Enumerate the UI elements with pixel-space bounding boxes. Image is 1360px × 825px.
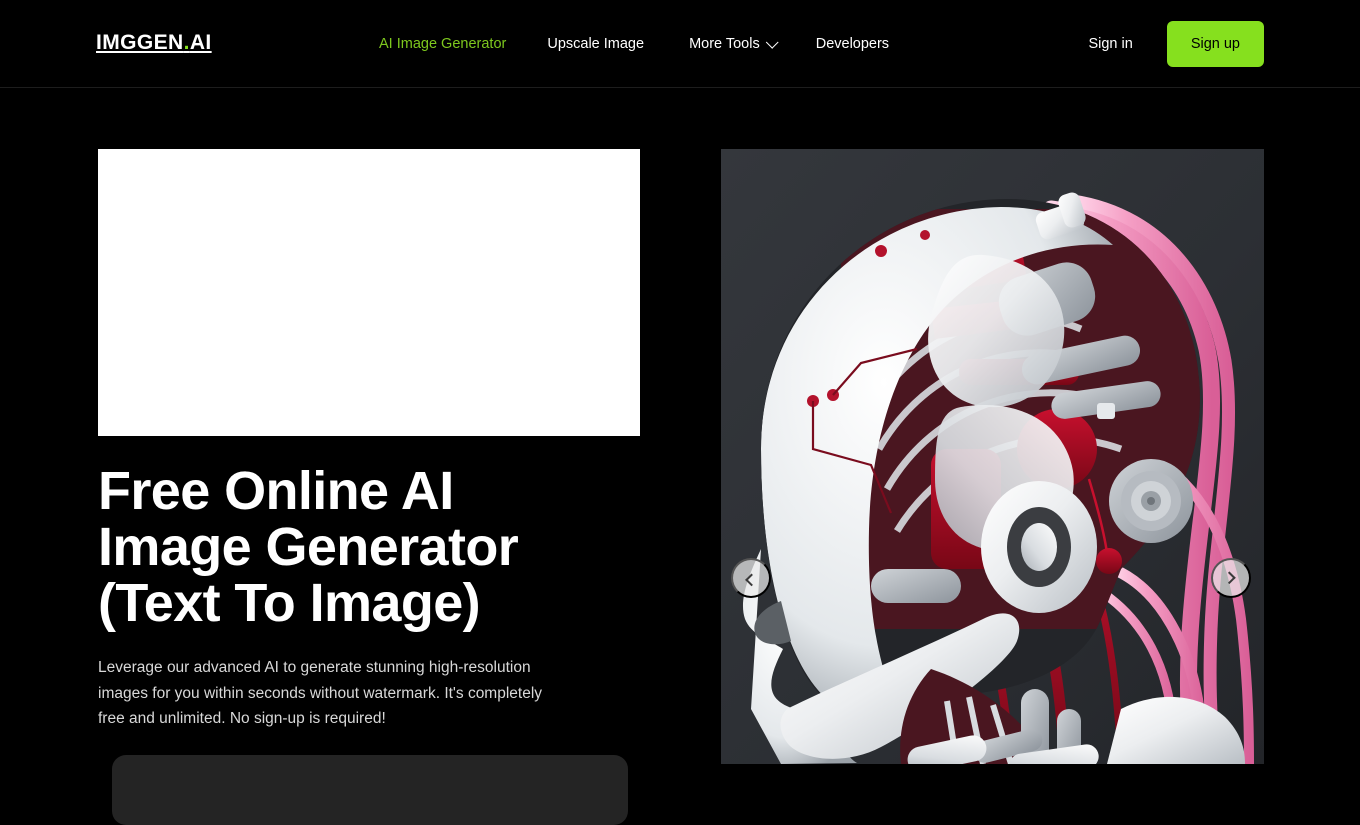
hero-left-column: Free Online AI Image Generator (Text To … bbox=[98, 149, 658, 825]
generated-cyborg-head-image bbox=[721, 149, 1264, 764]
logo-suffix: AI bbox=[189, 31, 212, 54]
chevron-down-icon bbox=[765, 35, 779, 49]
page-title: Free Online AI Image Generator (Text To … bbox=[98, 461, 519, 634]
nav-label-ai-image-generator: AI Image Generator bbox=[379, 35, 507, 52]
sign-in-link[interactable]: Sign in bbox=[1088, 36, 1132, 52]
hero-image-carousel bbox=[721, 149, 1264, 764]
chevron-right-icon bbox=[1222, 570, 1236, 584]
hero-subtitle: Leverage our advanced AI to generate stu… bbox=[98, 659, 543, 727]
nav-label-developers: Developers bbox=[815, 35, 890, 52]
sign-up-button[interactable]: Sign up bbox=[1166, 21, 1264, 67]
site-logo[interactable]: IMGGEN.AI bbox=[96, 31, 212, 55]
carousel-next-button[interactable] bbox=[1211, 558, 1251, 598]
nav-label-upscale-image: Upscale Image bbox=[547, 35, 645, 52]
nav-item-ai-image-generator[interactable]: AI Image Generator bbox=[379, 37, 506, 52]
prompt-input[interactable] bbox=[112, 755, 628, 825]
logo-name: IMGGEN bbox=[96, 31, 184, 54]
auth-area: Sign in Sign up bbox=[1088, 0, 1264, 88]
chevron-left-icon bbox=[744, 573, 758, 586]
nav-item-more-tools[interactable]: More Tools bbox=[689, 35, 779, 52]
nav-item-developers[interactable]: Developers bbox=[816, 37, 889, 52]
main-navigation: AI Image Generator Upscale Image More To… bbox=[379, 0, 889, 88]
ad-placeholder-slot[interactable] bbox=[98, 149, 640, 436]
nav-label-more-tools: More Tools bbox=[689, 35, 760, 52]
carousel-prev-button[interactable] bbox=[731, 558, 771, 598]
site-header: IMGGEN.AI AI Image Generator Upscale Ima… bbox=[0, 0, 1360, 88]
nav-item-upscale-image[interactable]: Upscale Image bbox=[547, 37, 644, 52]
